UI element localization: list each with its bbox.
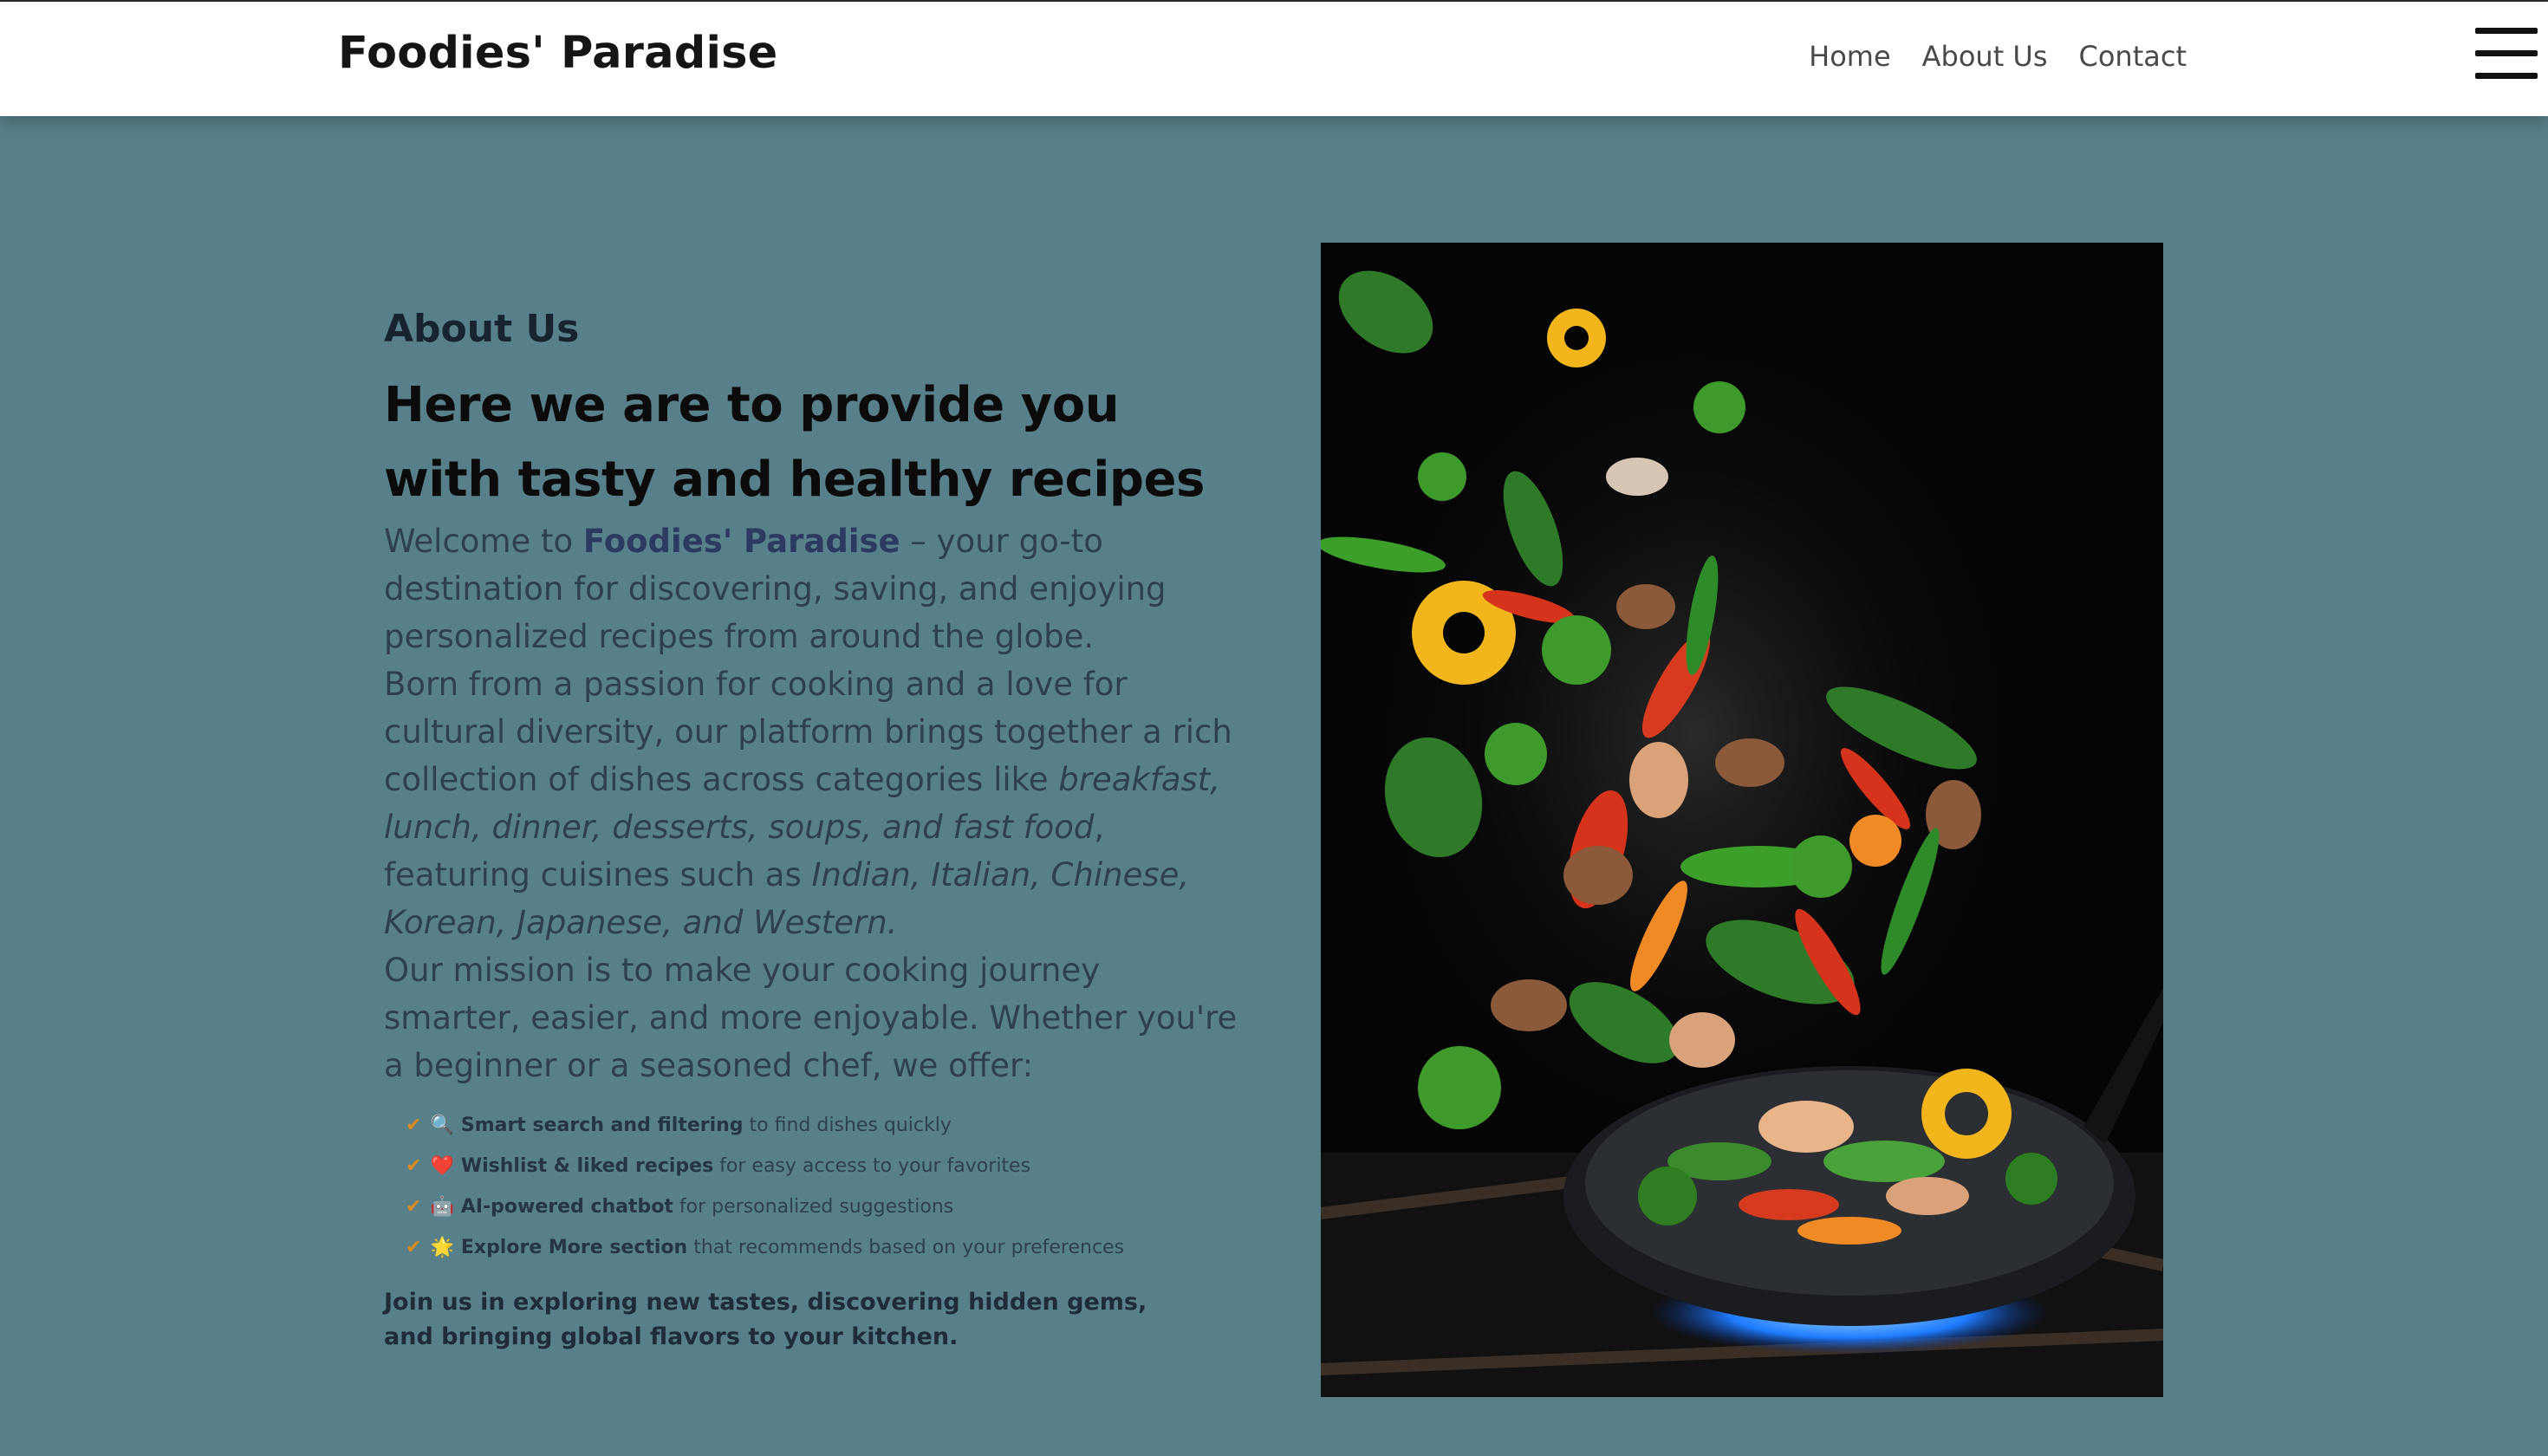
offer-title: AI-powered chatbot (460, 1196, 673, 1218)
site-header: Foodies' Paradise Home About Us Contact (0, 2, 2548, 116)
offer-desc: to find dishes quickly (743, 1115, 952, 1136)
hamburger-menu-icon[interactable] (2475, 28, 2538, 80)
check-icon: ✔ (406, 1196, 422, 1218)
check-icon: ✔ (406, 1155, 422, 1177)
offer-item-wishlist: ✔ ❤️ Wishlist & liked recipes for easy acc… (406, 1146, 1242, 1186)
offer-desc: that recommends based on your preference… (687, 1237, 1125, 1258)
offer-desc: for easy access to your favorites (713, 1155, 1031, 1177)
hero-food-image (1321, 243, 2163, 1397)
closing-statement: Join us in exploring new tastes, discove… (384, 1289, 1147, 1350)
offer-title: Explore More section (460, 1237, 688, 1258)
mission-paragraph: Our mission is to make your cooking jour… (384, 952, 1238, 1084)
about-section: About Us Here we are to provide you with… (384, 299, 1242, 1355)
check-icon: ✔ (406, 1237, 422, 1258)
section-label: About Us (384, 307, 580, 351)
robot-icon: 🤖 (430, 1196, 454, 1218)
offer-item-explore: ✔ 🌟 Explore More section that recommends b… (406, 1227, 1242, 1268)
offer-desc: for personalized suggestions (673, 1196, 954, 1218)
offers-list: ✔ 🔍 Smart search and filtering to find dis… (384, 1105, 1242, 1268)
main-nav: Home About Us Contact (1809, 40, 2187, 73)
heart-icon: ❤️ (430, 1155, 454, 1177)
nav-link-contact[interactable]: Contact (2079, 40, 2187, 73)
star-icon: 🌟 (430, 1237, 454, 1258)
stir-fry-illustration (1321, 243, 2163, 1397)
nav-link-about[interactable]: About Us (1922, 40, 2048, 73)
offer-item-search: ✔ 🔍 Smart search and filtering to find dis… (406, 1105, 1242, 1146)
intro-welcome-text: Welcome to (384, 523, 583, 560)
story-paragraph: Born from a passion for cooking and a lo… (384, 660, 1242, 946)
nav-link-home[interactable]: Home (1809, 40, 1891, 73)
check-icon: ✔ (406, 1115, 422, 1136)
magnifier-icon: 🔍 (430, 1115, 454, 1136)
intro-brand-name: Foodies' Paradise (582, 523, 900, 560)
site-logo[interactable]: Foodies' Paradise (338, 28, 777, 79)
page-headline: Here we are to provide you with tasty an… (384, 377, 1205, 508)
offer-title: Wishlist & liked recipes (460, 1155, 714, 1177)
offer-item-chatbot: ✔ 🤖 AI-powered chatbot for personalized su… (406, 1186, 1242, 1227)
intro-paragraph: Welcome to Foodies' Paradise – your go-t… (384, 517, 1242, 660)
offer-title: Smart search and filtering (460, 1115, 744, 1136)
